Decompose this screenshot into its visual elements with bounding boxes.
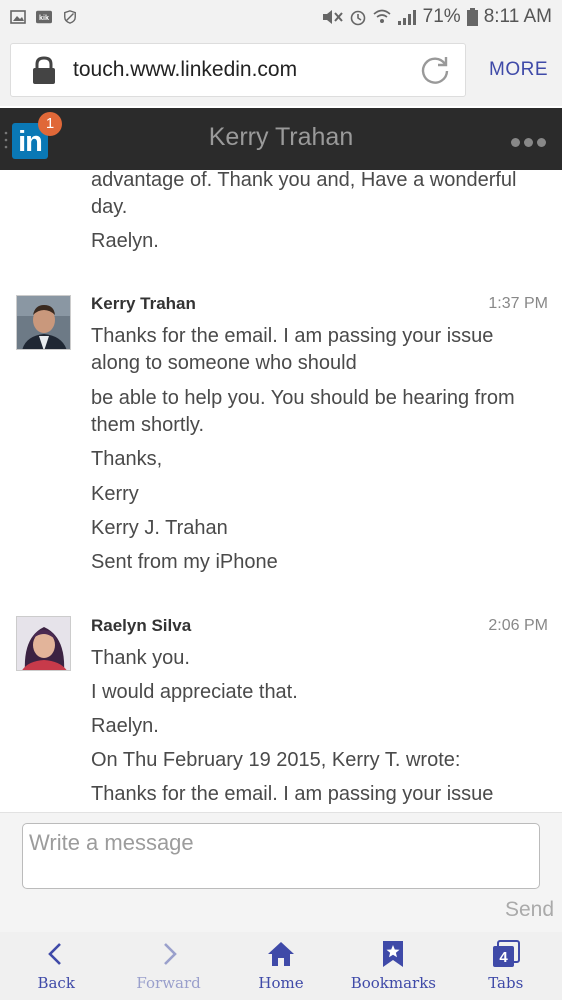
message-line: Thanks for the email. I am passing your … (91, 325, 494, 347)
message-line: Thanks for the email. I am passing your … (91, 783, 494, 805)
message-line: them shortly. (91, 414, 204, 436)
address-bar[interactable]: touch.www.linkedin.com (10, 43, 466, 97)
message-line: I would appreciate that. (91, 681, 298, 703)
message-line: On Thu February 19 2015, Kerry T. wrote: (91, 749, 461, 771)
message-line: Sent from my iPhone (91, 551, 278, 573)
home-label: Home (258, 974, 304, 992)
bookmarks-label: Bookmarks (350, 974, 437, 992)
forward-button[interactable]: Forward (114, 940, 224, 992)
message-time: 1:37 PM (488, 295, 548, 312)
message-line: Kerry (91, 483, 139, 505)
back-label: Back (37, 974, 75, 992)
conversation-title: Kerry Trahan (208, 123, 354, 151)
kerry-avatar-image (17, 296, 70, 349)
more-button[interactable]: MORE (489, 59, 548, 81)
reload-icon[interactable] (419, 54, 451, 86)
wifi-icon (373, 9, 391, 23)
browser-bottom-nav: Back Forward Home Bookmarks 4 Tabs (0, 932, 562, 1000)
svg-text:kik: kik (39, 14, 49, 22)
overflow-menu-icon[interactable] (511, 138, 546, 147)
message-line: Thank you. (91, 647, 190, 669)
battery-icon (466, 8, 478, 26)
browser-toolbar: touch.www.linkedin.com MORE (0, 34, 562, 106)
message-line: along to someone who should (91, 352, 357, 374)
tabs-count: 4 (499, 949, 508, 966)
message-composer: Send (0, 812, 562, 932)
tabs-icon: 4 (492, 940, 520, 967)
status-bar: kik 71% 8:11 AM (0, 0, 562, 34)
message-line: Kerry J. Trahan (91, 517, 228, 539)
forward-label: Forward (136, 974, 201, 992)
battery-percent: 71% (422, 6, 461, 27)
message-line: Raelyn. (91, 715, 159, 737)
alarm-icon (350, 10, 365, 26)
message-thread[interactable]: advantage of. Thank you and, Have a wond… (0, 170, 562, 812)
clock: 8:11 AM (483, 6, 552, 27)
message-line: day. (91, 196, 128, 218)
sender-name[interactable]: Kerry Trahan (91, 294, 196, 314)
back-button[interactable]: Back (1, 940, 111, 992)
chevron-right-icon (163, 943, 177, 965)
message-line: advantage of. Thank you and, Have a wond… (91, 170, 517, 191)
signal-icon (397, 10, 416, 25)
avatar[interactable] (16, 295, 71, 350)
tabs-button[interactable]: 4 Tabs (451, 940, 561, 992)
lock-icon (33, 56, 55, 84)
status-notifications: kik (10, 10, 78, 24)
message-time: 2:06 PM (488, 617, 548, 634)
home-button[interactable]: Home (226, 940, 336, 992)
tabs-label: Tabs (488, 974, 524, 992)
message-line: Thanks, (91, 448, 163, 470)
app-header: in 1 Kerry Trahan (0, 108, 562, 170)
shield-icon (64, 10, 76, 24)
image-icon (10, 10, 26, 24)
raelyn-avatar-image (17, 617, 70, 670)
kik-icon: kik (36, 10, 52, 24)
mute-icon (322, 10, 343, 24)
url-text[interactable]: touch.www.linkedin.com (73, 58, 419, 82)
bookmark-star-icon (383, 941, 404, 967)
avatar[interactable] (16, 616, 71, 671)
message-line: be able to help you. You should be heari… (91, 387, 515, 409)
send-button[interactable]: Send (505, 898, 554, 922)
home-icon (267, 942, 294, 966)
bookmarks-button[interactable]: Bookmarks (338, 940, 448, 992)
chevron-left-icon (48, 943, 62, 965)
sender-name[interactable]: Raelyn Silva (91, 616, 191, 636)
message-line: Raelyn. (91, 230, 159, 252)
status-system: 71% 8:11 AM (321, 6, 552, 28)
message-input[interactable] (22, 823, 540, 889)
